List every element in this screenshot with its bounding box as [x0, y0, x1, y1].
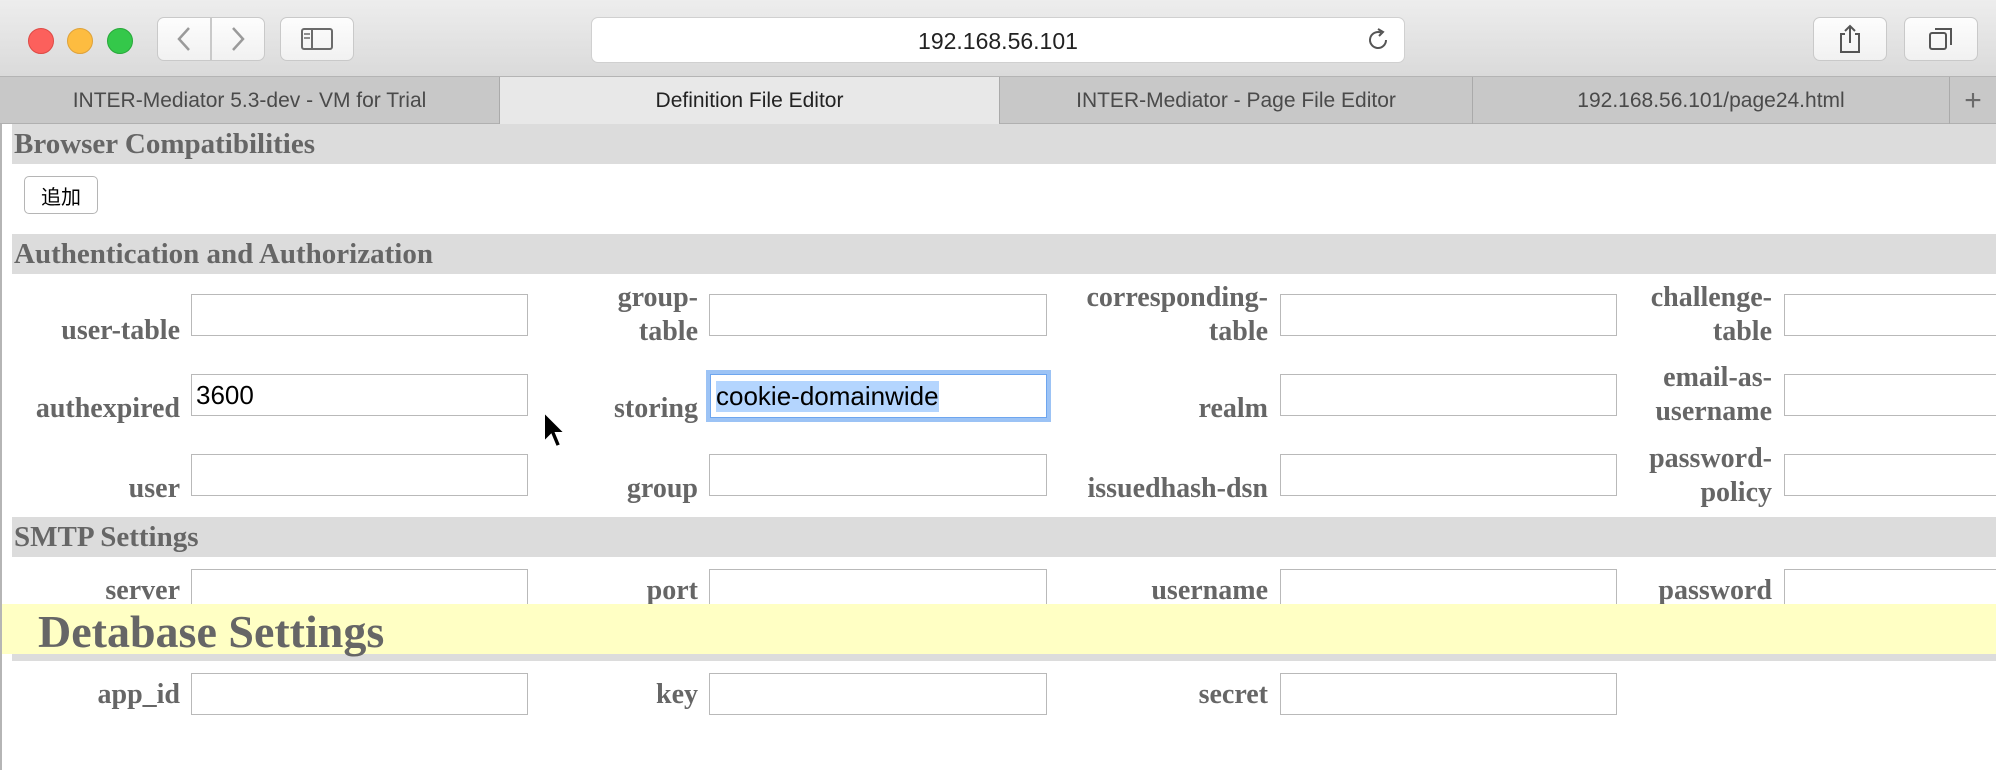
tab-intermediator-vm[interactable]: INTER-Mediator 5.3-dev - VM for Trial: [0, 77, 500, 124]
group-input[interactable]: [709, 454, 1047, 496]
pusher-app-id-input[interactable]: [191, 673, 528, 715]
new-tab-button[interactable]: +: [1950, 77, 1996, 124]
tab-bar: INTER-Mediator 5.3-dev - VM for Trial De…: [0, 76, 1996, 124]
label-app-id: app_id: [97, 678, 181, 710]
label-email-as-username: email-as-username: [1655, 362, 1772, 427]
label-user: user: [128, 472, 180, 504]
email-as-username-input[interactable]: [1784, 374, 1996, 416]
label-group-table: group-table: [617, 282, 698, 347]
sidebar-button[interactable]: [280, 17, 354, 61]
storing-input[interactable]: cookie-domainwide: [706, 370, 1051, 422]
group-table-input[interactable]: [709, 294, 1047, 336]
share-icon: [1840, 24, 1860, 53]
challenge-table-input[interactable]: [1784, 294, 1996, 336]
realm-input[interactable]: [1280, 374, 1617, 416]
close-window-button[interactable]: [28, 28, 54, 54]
zoom-window-button[interactable]: [107, 28, 133, 54]
tab-page-file-editor[interactable]: INTER-Mediator - Page File Editor: [1000, 77, 1473, 124]
forward-button[interactable]: [211, 17, 265, 61]
label-group: group: [626, 472, 698, 504]
label-authexpired: authexpired: [35, 392, 180, 424]
password-policy-input[interactable]: [1784, 454, 1996, 496]
url-text: 192.168.56.101: [918, 28, 1078, 54]
corresponding-table-input[interactable]: [1280, 294, 1617, 336]
browser-toolbar: 192.168.56.101: [0, 0, 1996, 76]
label-key: key: [656, 678, 698, 710]
minimize-window-button[interactable]: [67, 28, 93, 54]
issuedhash-dsn-input[interactable]: [1280, 454, 1617, 496]
user-table-input[interactable]: [191, 294, 528, 336]
chevron-left-icon: [177, 27, 190, 51]
back-button[interactable]: [157, 17, 211, 61]
tabs-overview-icon: [1929, 28, 1952, 50]
authexpired-input[interactable]: [191, 374, 528, 416]
storing-selected-text: cookie-domainwide: [716, 380, 939, 412]
pusher-secret-input[interactable]: [1280, 673, 1617, 715]
label-password-policy: password-policy: [1649, 443, 1772, 508]
tab-page24[interactable]: 192.168.56.101/page24.html: [1473, 77, 1950, 124]
reload-icon[interactable]: [1364, 26, 1392, 54]
label-storing: storing: [614, 392, 698, 424]
section-header-smtp: SMTP Settings: [12, 517, 1996, 557]
section-header-database: Detabase Settings: [2, 604, 1996, 657]
label-user-table: user-table: [61, 314, 180, 346]
mouse-cursor-icon: [543, 410, 568, 449]
label-challenge-table: challenge-table: [1650, 282, 1772, 347]
page-content: Browser Compatibilities 追加 Authenticatio…: [0, 124, 1996, 770]
label-issuedhash-dsn: issuedhash-dsn: [1087, 472, 1268, 504]
pusher-key-input[interactable]: [709, 673, 1047, 715]
show-tabs-button[interactable]: [1904, 17, 1978, 61]
share-button[interactable]: [1813, 17, 1887, 61]
section-header-browser-compat: Browser Compatibilities: [12, 124, 1996, 164]
tab-definition-file-editor[interactable]: Definition File Editor: [500, 77, 1000, 124]
chevron-right-icon: [232, 27, 245, 51]
label-realm: realm: [1198, 392, 1268, 424]
user-input[interactable]: [191, 454, 528, 496]
browser-window: 192.168.56.101 INTER-Mediator 5.3-dev - …: [0, 0, 1996, 770]
sidebar-icon: [301, 28, 333, 50]
section-header-auth: Authentication and Authorization: [12, 234, 1996, 274]
label-corresponding-table: corresponding-table: [1086, 282, 1269, 347]
address-bar[interactable]: 192.168.56.101: [591, 17, 1405, 63]
label-secret: secret: [1198, 678, 1268, 710]
add-button[interactable]: 追加: [24, 176, 98, 214]
